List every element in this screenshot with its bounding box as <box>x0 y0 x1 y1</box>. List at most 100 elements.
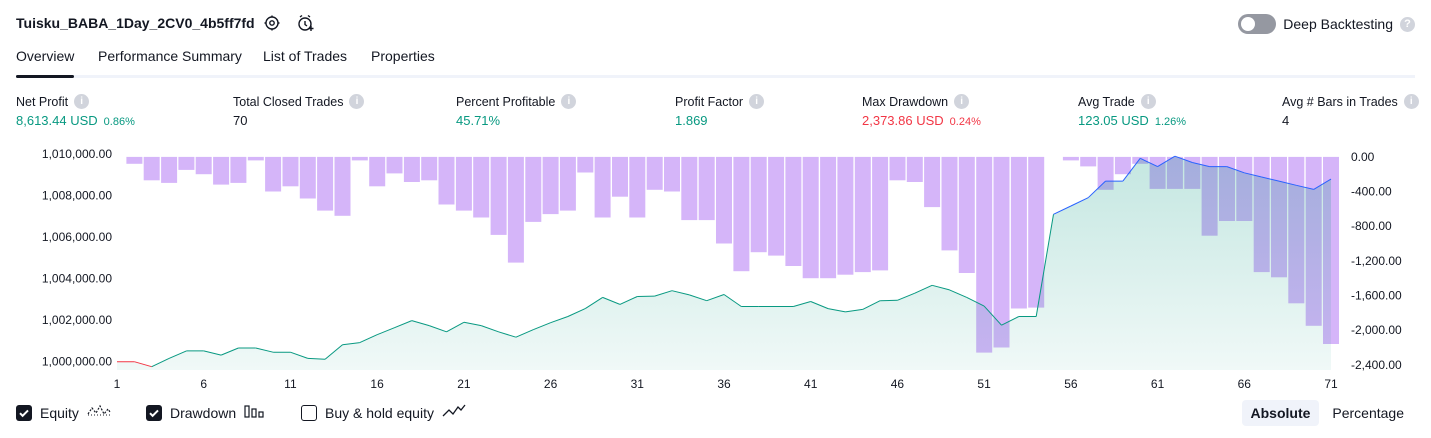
drawdown-legend-label: Drawdown <box>170 404 237 421</box>
drawdown-bar <box>837 156 854 275</box>
deep-backtesting-toggle[interactable] <box>1238 14 1277 34</box>
drawdown-bar <box>1010 156 1027 309</box>
deep-backtesting-label: Deep Backtesting <box>1283 16 1393 32</box>
metric-value: 123.05 USD <box>1078 113 1149 128</box>
left-tick-label: 1,004,000.00 <box>42 272 112 286</box>
metric-profit-factor: Profit Factor i 1.869 <box>675 94 765 128</box>
tab-overview[interactable]: Overview <box>16 48 75 78</box>
metric-percent: 1.26% <box>1154 116 1187 128</box>
right-tick-label: -1,600.00 <box>1351 289 1402 303</box>
metric-value: 4 <box>1282 113 1290 128</box>
metric-label: Avg Trade <box>1078 94 1135 109</box>
drawdown-bar <box>733 156 750 272</box>
drawdown-bars-icon <box>244 403 266 422</box>
legend-equity[interactable]: Equity <box>16 403 111 422</box>
drawdown-bar <box>802 156 819 279</box>
drawdown-bar <box>559 156 576 211</box>
buyhold-line-icon <box>442 403 466 422</box>
x-tick-label: 36 <box>717 377 731 391</box>
tab-performance-summary[interactable]: Performance Summary <box>98 48 242 75</box>
drawdown-bar <box>750 156 767 253</box>
drawdown-bar <box>490 156 507 235</box>
drawdown-bar <box>629 156 646 218</box>
equity-checkbox[interactable] <box>16 404 32 421</box>
metric-label: Profit Factor <box>675 94 744 109</box>
metric-label: Total Closed Trades <box>233 94 344 109</box>
drawdown-bar <box>334 156 351 216</box>
strategy-header: Tuisku_BABA_1Day_2CV0_4b5ff7fd Deep Back… <box>16 12 1415 36</box>
metric-avg-bars-in-trades: Avg # Bars in Trades i 4 <box>1282 94 1419 128</box>
info-icon[interactable]: i <box>561 94 577 109</box>
drawdown-bar <box>1080 156 1097 167</box>
settings-gear-icon[interactable] <box>263 14 281 32</box>
drawdown-bar <box>594 156 611 218</box>
metric-value: 8,613.44 USD <box>16 113 98 128</box>
metric-label: Percent Profitable <box>456 94 556 109</box>
drawdown-bar <box>386 156 403 174</box>
add-alert-clock-icon[interactable] <box>297 14 315 32</box>
legend-buy-hold-equity[interactable]: Buy & hold equity <box>301 403 466 422</box>
metric-value: 70 <box>233 113 248 128</box>
x-tick-label: 6 <box>200 377 207 391</box>
left-tick-label: 1,006,000.00 <box>42 230 112 244</box>
info-icon[interactable]: i <box>1403 94 1419 109</box>
drawdown-bar <box>681 156 698 221</box>
tab-properties[interactable]: Properties <box>371 48 435 75</box>
info-icon[interactable]: i <box>349 94 365 109</box>
x-tick-label: 16 <box>370 377 384 391</box>
drawdown-bar <box>941 156 958 251</box>
mode-percentage-button[interactable]: Percentage <box>1323 400 1413 426</box>
drawdown-bar <box>889 156 906 181</box>
drawdown-bar <box>664 156 680 192</box>
info-icon[interactable]: i <box>74 94 90 109</box>
drawdown-bar <box>473 156 490 218</box>
left-tick-label: 1,002,000.00 <box>42 313 112 327</box>
buy-hold-legend-label: Buy & hold equity <box>325 404 434 421</box>
equity-wave-icon <box>87 403 111 422</box>
metric-percent: 0.24% <box>949 116 981 128</box>
metric-value: 45.71% <box>456 113 501 128</box>
left-tick-label: 1,000,000.00 <box>42 355 112 369</box>
x-tick-label: 21 <box>457 377 471 391</box>
drawdown-bar <box>265 156 282 192</box>
info-icon[interactable]: i <box>749 94 765 109</box>
buy-hold-checkbox[interactable] <box>301 404 317 421</box>
tab-list-of-trades[interactable]: List of Trades <box>263 48 347 75</box>
drawdown-bar <box>282 156 299 187</box>
deep-backtesting-control: Deep Backtesting ? <box>1238 12 1415 36</box>
drawdown-bar <box>213 156 230 185</box>
equity-drawdown-chart: 1,010,000.00 1,008,000.00 1,006,000.00 1,00… <box>42 147 1402 391</box>
drawdown-bar <box>143 156 160 181</box>
info-icon[interactable]: i <box>954 94 970 109</box>
metric-label: Avg # Bars in Trades <box>1282 94 1398 109</box>
drawdown-bar <box>195 156 212 175</box>
drawdown-bar <box>369 156 386 187</box>
metric-net-profit: Net Profit i 8,613.44 USD 0.86% <box>16 94 135 128</box>
drawdown-bar <box>906 156 923 182</box>
metric-value: 1.869 <box>675 113 708 128</box>
drawdown-bar <box>455 156 472 211</box>
metric-percent: 0.86% <box>103 116 135 128</box>
x-tick-label: 41 <box>804 377 818 391</box>
left-axis: 1,010,000.00 1,008,000.00 1,006,000.00 1,00… <box>42 147 112 369</box>
drawdown-bar <box>126 156 143 164</box>
mode-absolute-button[interactable]: Absolute <box>1241 400 1320 426</box>
x-axis: 1 6 11 16 21 26 31 36 41 46 51 56 61 66 71 <box>114 377 1338 391</box>
drawdown-bar <box>612 156 628 197</box>
drawdown-bar <box>1114 156 1131 175</box>
right-tick-label: -2,000.00 <box>1351 323 1402 337</box>
drawdown-bar <box>178 156 195 170</box>
x-tick-label: 31 <box>631 377 645 391</box>
drawdown-checkbox[interactable] <box>146 404 162 421</box>
legend-drawdown[interactable]: Drawdown <box>146 403 266 422</box>
metric-total-closed-trades: Total Closed Trades i 70 <box>233 94 365 128</box>
x-tick-label: 61 <box>1151 377 1165 391</box>
right-axis: 0.00 -400.00 -800.00 -1,200.00 -1,600.00 -2,0… <box>1351 150 1402 372</box>
metric-value: 2,373.86 USD <box>862 113 944 128</box>
help-icon[interactable]: ? <box>1400 16 1415 32</box>
drawdown-bar <box>716 156 732 244</box>
drawdown-bar <box>351 156 368 161</box>
drawdown-bar <box>247 156 264 161</box>
info-icon[interactable]: i <box>1140 94 1156 109</box>
metric-max-drawdown: Max Drawdown i 2,373.86 USD 0.24% <box>862 94 981 128</box>
